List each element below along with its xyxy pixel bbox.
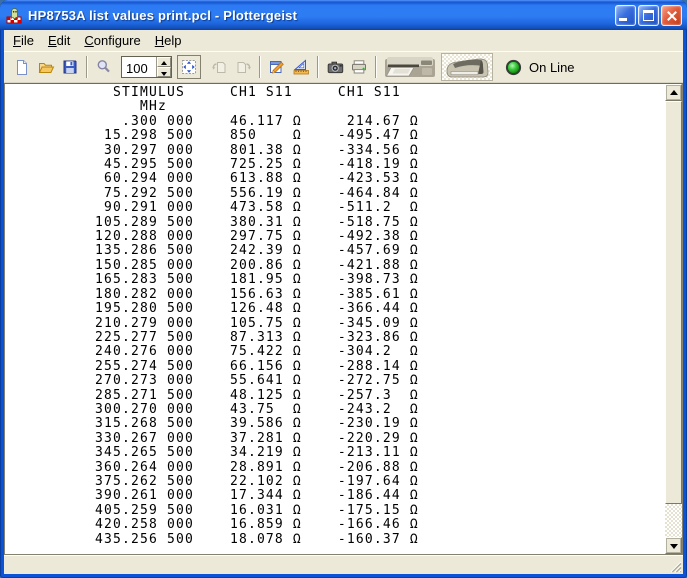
next-page-icon <box>235 59 252 75</box>
fit-to-window-icon <box>181 59 197 75</box>
menu-file[interactable]: File <box>6 31 41 50</box>
save-floppy-icon <box>62 59 78 75</box>
ruler-setup-button[interactable] <box>289 55 313 79</box>
online-indicator: On Line <box>505 59 575 76</box>
fit-to-window-button[interactable] <box>177 55 201 79</box>
zoom-level-spinner <box>121 56 172 78</box>
new-document-button[interactable] <box>10 55 34 79</box>
pen-setup-icon <box>269 59 285 75</box>
client-area: File Edit Configure Help <box>4 30 683 574</box>
save-file-button[interactable] <box>58 55 82 79</box>
maximize-icon <box>643 10 654 21</box>
printer-output-button[interactable] <box>383 53 437 81</box>
next-page-button[interactable] <box>231 55 255 79</box>
vertical-scrollbar[interactable] <box>665 84 682 554</box>
document-text: STIMULUS CH1 S11 CH1 S11 MHz .300 000 46… <box>5 84 682 547</box>
toolbar-separator <box>259 56 261 78</box>
zoom-level-input[interactable] <box>122 57 156 77</box>
zoom-button[interactable] <box>92 55 116 79</box>
title-bar[interactable]: HP8753A list values print.pcl - Plotterg… <box>0 0 687 30</box>
printer-icon <box>351 59 367 75</box>
window-title: HP8753A list values print.pcl - Plotterg… <box>28 8 615 23</box>
printer-photo-icon <box>383 54 437 80</box>
toolbar: On Line <box>4 51 683 83</box>
status-bar <box>4 555 683 574</box>
ruler-icon <box>293 59 309 75</box>
plotter-output-button[interactable] <box>441 53 493 81</box>
scrollbar-thumb[interactable] <box>665 101 682 504</box>
pen-setup-button[interactable] <box>265 55 289 79</box>
open-file-button[interactable] <box>34 55 58 79</box>
toolbar-separator <box>375 56 377 78</box>
application-window: HP8753A list values print.pcl - Plotterg… <box>0 0 687 578</box>
resize-grip[interactable] <box>669 560 682 573</box>
maximize-button[interactable] <box>638 5 659 26</box>
plotter-photo-icon <box>442 54 492 80</box>
previous-page-icon <box>211 59 228 75</box>
snapshot-button[interactable] <box>323 55 347 79</box>
previous-page-button[interactable] <box>207 55 231 79</box>
menu-edit[interactable]: Edit <box>41 31 77 50</box>
close-button[interactable] <box>661 5 682 26</box>
online-label: On Line <box>529 60 575 75</box>
print-button[interactable] <box>347 55 371 79</box>
menu-bar: File Edit Configure Help <box>4 30 683 51</box>
scroll-down-button[interactable] <box>665 537 682 554</box>
toolbar-separator <box>317 56 319 78</box>
toolbar-separator <box>86 56 88 78</box>
zoom-magnifier-icon <box>96 59 112 75</box>
menu-help[interactable]: Help <box>148 31 189 50</box>
new-document-icon <box>14 59 30 75</box>
menu-configure[interactable]: Configure <box>77 31 147 50</box>
scroll-up-button[interactable] <box>665 84 682 101</box>
minimize-icon <box>619 18 627 21</box>
open-folder-icon <box>38 59 55 75</box>
plottergeist-app-icon <box>6 7 23 24</box>
document-viewport: STIMULUS CH1 S11 CH1 S11 MHz .300 000 46… <box>4 83 683 555</box>
camera-icon <box>327 59 344 75</box>
zoom-decrease-button[interactable] <box>157 67 171 77</box>
minimize-button[interactable] <box>615 5 636 26</box>
online-led-icon <box>505 59 522 76</box>
zoom-increase-button[interactable] <box>157 57 171 67</box>
